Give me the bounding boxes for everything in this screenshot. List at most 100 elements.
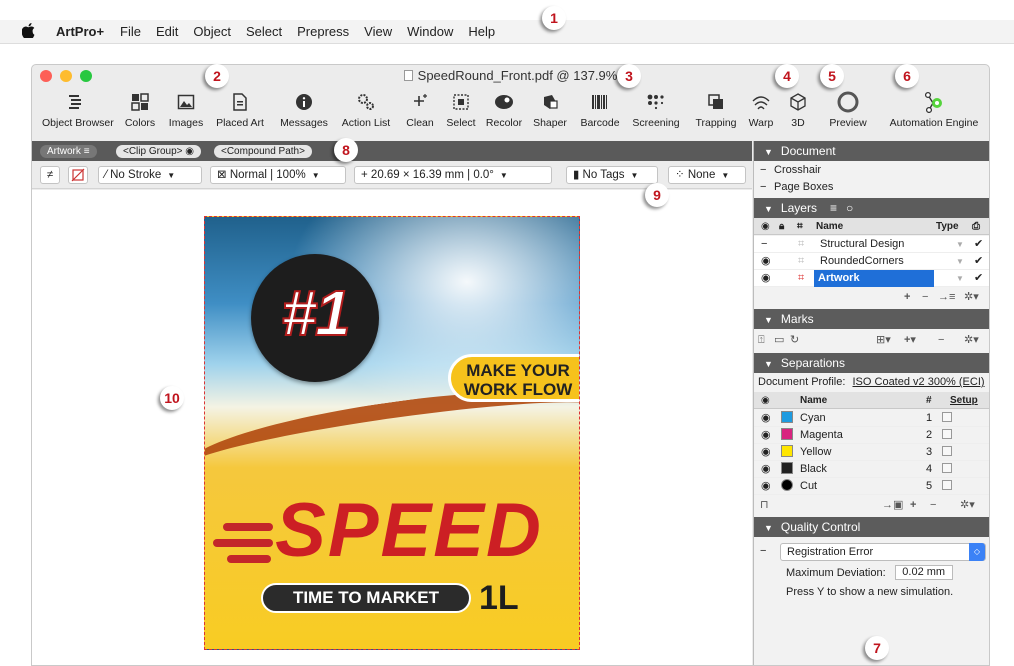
- menu-view[interactable]: View: [364, 24, 392, 39]
- remove-icon[interactable]: −: [938, 331, 944, 349]
- screening-button[interactable]: Screening: [630, 87, 682, 137]
- refresh-icon[interactable]: ↻: [790, 331, 799, 349]
- quality-control-section-header[interactable]: ▼ Quality Control: [754, 517, 989, 537]
- not-equal-button[interactable]: ≠: [40, 166, 60, 184]
- trapping-button[interactable]: Trapping: [692, 87, 740, 137]
- remove-icon[interactable]: −: [930, 496, 936, 514]
- separation-row[interactable]: ◉ Cut 5: [754, 478, 989, 495]
- callout-9: 9: [645, 183, 669, 207]
- warp-button[interactable]: Warp: [748, 87, 774, 137]
- separation-row[interactable]: ◉ Yellow 3: [754, 444, 989, 461]
- lock-icon[interactable]: ⊓: [760, 496, 769, 514]
- move-to-layer-icon[interactable]: →≡: [938, 288, 955, 306]
- layers-section-header[interactable]: ▼ Layers ≡ ○: [754, 198, 989, 218]
- checkmark-icon[interactable]: ✔: [974, 236, 983, 253]
- minimize-window-button[interactable]: [60, 70, 72, 82]
- marks-section-header[interactable]: ▼ Marks: [754, 309, 989, 329]
- separation-row[interactable]: ◉ Cyan 1: [754, 410, 989, 427]
- gear-icon[interactable]: ✲▾: [960, 496, 975, 514]
- setup-checkbox[interactable]: [942, 446, 952, 456]
- menu-window[interactable]: Window: [407, 24, 453, 39]
- document-item-page-boxes[interactable]: − Page Boxes: [754, 179, 989, 196]
- zoom-window-button[interactable]: [80, 70, 92, 82]
- breadcrumb-artwork[interactable]: Artwork ≡: [40, 145, 97, 158]
- convert-swatch-icon[interactable]: →▣: [882, 496, 903, 514]
- quality-check-select[interactable]: Registration Error ◇: [780, 543, 986, 561]
- 3d-button[interactable]: 3D: [786, 87, 810, 137]
- automation-engine-button[interactable]: Automation Engine: [887, 87, 981, 137]
- minus-icon[interactable]: −: [760, 543, 774, 560]
- menu-file[interactable]: File: [120, 24, 141, 39]
- barcode-button[interactable]: Barcode: [578, 87, 622, 137]
- action-list-button[interactable]: Action List: [338, 87, 394, 137]
- setup-checkbox[interactable]: [942, 480, 952, 490]
- no-fill-button[interactable]: [68, 166, 88, 184]
- setup-checkbox[interactable]: [942, 412, 952, 422]
- menu-select[interactable]: Select: [246, 24, 282, 39]
- close-window-button[interactable]: [40, 70, 52, 82]
- preview-button[interactable]: Preview: [826, 87, 870, 137]
- checkmark-icon[interactable]: ✔: [974, 253, 983, 270]
- add-icon[interactable]: +: [904, 288, 910, 306]
- circle-view-icon[interactable]: ○: [846, 198, 853, 218]
- menu-edit[interactable]: Edit: [156, 24, 178, 39]
- separations-col-setup[interactable]: Setup: [950, 392, 978, 409]
- clean-button[interactable]: Clean: [404, 87, 436, 137]
- menu-app-name[interactable]: ArtPro+: [56, 24, 104, 39]
- separations-section-header[interactable]: ▼ Separations: [754, 353, 989, 373]
- placed-art-button[interactable]: Placed Art: [215, 87, 265, 137]
- eye-icon[interactable]: ◉: [761, 253, 771, 270]
- setup-checkbox[interactable]: [942, 463, 952, 473]
- add-mark-icon[interactable]: ⊞▾: [876, 331, 891, 349]
- object-browser-button[interactable]: Object Browser: [42, 87, 114, 137]
- remove-icon[interactable]: −: [922, 288, 928, 306]
- images-button[interactable]: Images: [166, 87, 206, 137]
- document-profile-link[interactable]: ISO Coated v2 300% (ECI): [853, 376, 985, 388]
- separation-row[interactable]: ◉ Black 4: [754, 461, 989, 478]
- chevron-down-icon[interactable]: ▼: [956, 236, 964, 253]
- menu-object[interactable]: Object: [193, 24, 231, 39]
- colors-button[interactable]: Colors: [120, 87, 160, 137]
- menu-help[interactable]: Help: [468, 24, 495, 39]
- artwork-artboard[interactable]: #1 MAKE YOUR WORK FLOW SPEED TIME TO MAR…: [204, 216, 580, 650]
- list-view-icon[interactable]: ≡: [830, 198, 837, 218]
- checkmark-icon[interactable]: ✔: [974, 270, 983, 287]
- chevron-down-icon[interactable]: ▼: [956, 253, 964, 270]
- eye-icon[interactable]: ◉: [761, 461, 771, 478]
- gear-icon[interactable]: ✲▾: [964, 331, 979, 349]
- add-icon[interactable]: +▾: [904, 331, 916, 349]
- blend-dropdown[interactable]: ⊠ Normal | 100% ▼: [210, 166, 346, 184]
- add-icon[interactable]: +: [910, 496, 916, 514]
- eye-icon[interactable]: ◉: [761, 444, 771, 461]
- eye-icon[interactable]: ◉: [761, 270, 771, 287]
- layer-row[interactable]: ◉ ⌗ Artwork ▼ ✔: [754, 270, 989, 287]
- breadcrumb-clip-group[interactable]: <Clip Group> ◉: [116, 145, 201, 158]
- layer-row[interactable]: − ⌗ Structural Design ▼ ✔: [754, 236, 989, 253]
- import-mark-icon[interactable]: ⍐: [758, 331, 765, 349]
- document-item-crosshair[interactable]: − Crosshair: [754, 162, 989, 179]
- eye-icon[interactable]: ◉: [761, 478, 771, 495]
- menu-prepress[interactable]: Prepress: [297, 24, 349, 39]
- chevron-down-icon[interactable]: ▼: [956, 270, 964, 287]
- folder-icon[interactable]: ▭: [774, 331, 784, 349]
- shaper-button[interactable]: Shaper: [531, 87, 569, 137]
- canvas[interactable]: #1 MAKE YOUR WORK FLOW SPEED TIME TO MAR…: [32, 190, 752, 665]
- tags-dropdown[interactable]: ▮ No Tags ▼: [566, 166, 658, 184]
- stroke-dropdown[interactable]: ⁄ No Stroke ▼: [98, 166, 202, 184]
- setup-checkbox[interactable]: [942, 429, 952, 439]
- eye-icon[interactable]: ◉: [761, 410, 771, 427]
- document-section-header[interactable]: ▼ Document: [754, 141, 989, 161]
- dimensions-field[interactable]: + 20.69 × 16.39 mm | 0.0° ▼: [354, 166, 552, 184]
- layer-row[interactable]: ◉ ⌗ RoundedCorners ▼ ✔: [754, 253, 989, 270]
- eye-icon[interactable]: ◉: [761, 427, 771, 444]
- separation-row[interactable]: ◉ Magenta 2: [754, 427, 989, 444]
- recolor-button[interactable]: Recolor: [484, 87, 524, 137]
- max-deviation-input[interactable]: 0.02 mm: [894, 565, 953, 580]
- none-dropdown[interactable]: ⁘ None ▼: [668, 166, 746, 184]
- gear-icon[interactable]: ✲▾: [964, 288, 979, 306]
- messages-button[interactable]: Messages: [278, 87, 330, 137]
- apple-icon[interactable]: [21, 22, 36, 41]
- breadcrumb-compound-path[interactable]: <Compound Path>: [214, 145, 312, 158]
- select-button[interactable]: Select: [444, 87, 478, 137]
- title-bar[interactable]: SpeedRound_Front.pdf @ 137.9%: [32, 65, 989, 87]
